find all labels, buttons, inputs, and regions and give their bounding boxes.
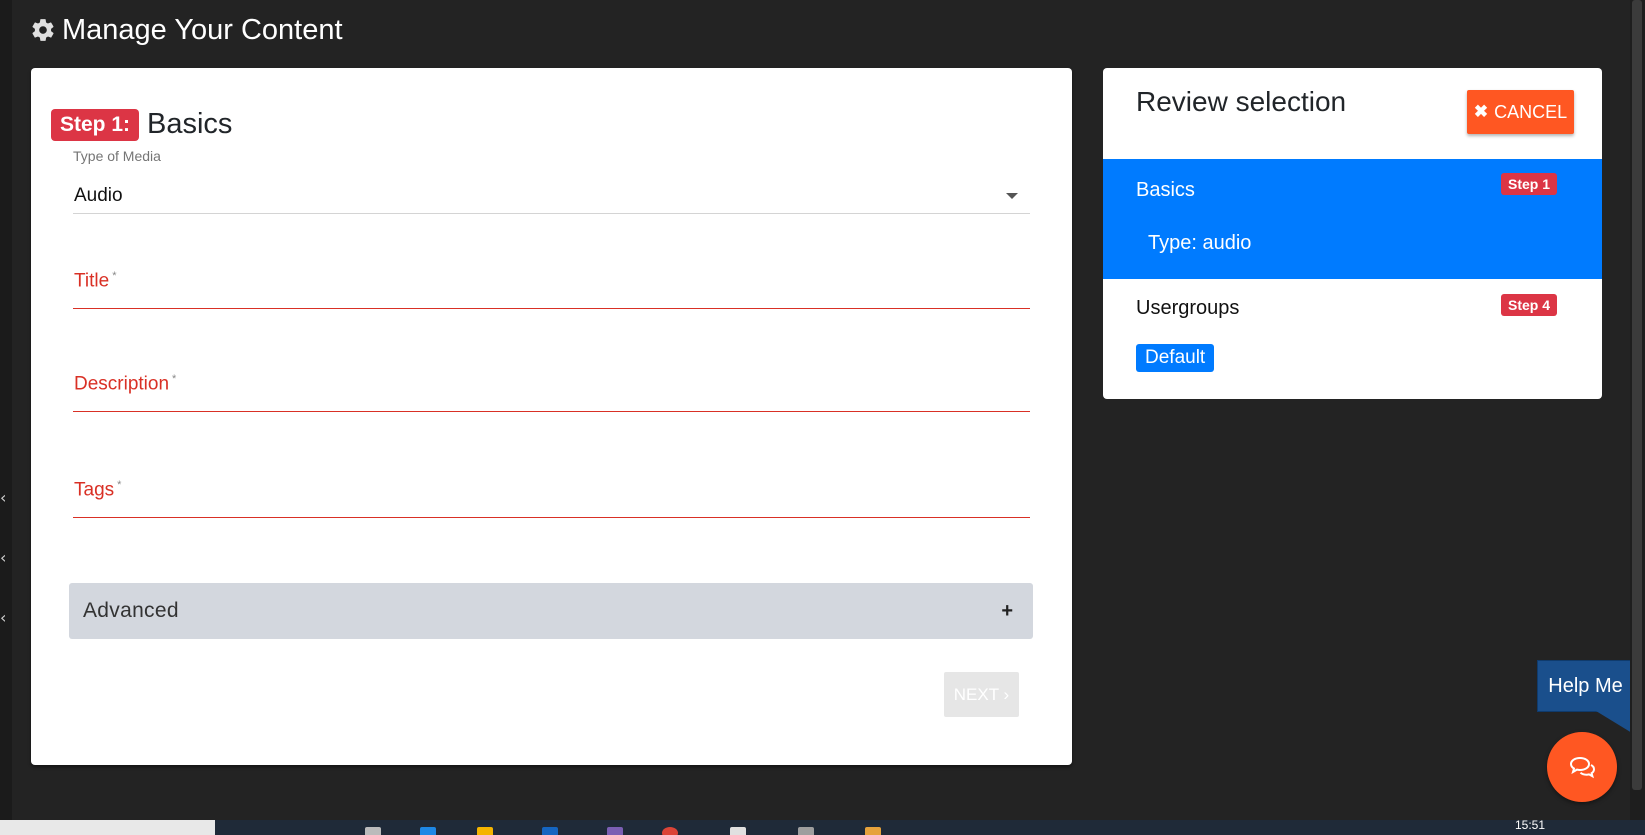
media-type-select[interactable]: Audio <box>73 178 1030 214</box>
step-1-badge: Step 1 <box>1501 173 1558 195</box>
taskbar-app-icon[interactable] <box>365 827 381 835</box>
taskbar-search[interactable] <box>0 820 215 835</box>
tags-field[interactable]: Tags * <box>73 457 1030 518</box>
close-icon: ✖ <box>1473 102 1489 121</box>
chevron-left-icon[interactable]: ‹ <box>0 608 6 627</box>
media-type-label: Type of Media <box>73 148 161 164</box>
step-name: Basics <box>147 108 233 140</box>
taskbar: 15:51 <box>0 820 1645 835</box>
title-field[interactable]: Title * <box>73 248 1030 309</box>
step-4-badge: Step 4 <box>1501 294 1558 316</box>
chat-icon <box>1569 756 1596 779</box>
basics-form-card: Step 1: Basics Type of Media Audio Title… <box>31 68 1072 765</box>
page-title: Manage Your Content <box>30 10 343 50</box>
tags-label: Tags * <box>74 478 122 500</box>
taskbar-app-icon[interactable] <box>730 827 746 835</box>
page-title-text: Manage Your Content <box>62 13 343 46</box>
gear-icon <box>32 19 54 41</box>
taskbar-app-icon[interactable] <box>542 827 558 835</box>
taskbar-app-icon[interactable] <box>420 827 436 835</box>
taskbar-app-icon[interactable] <box>477 827 493 835</box>
taskbar-app-icon[interactable] <box>865 827 881 835</box>
description-field[interactable]: Description * <box>73 351 1030 412</box>
taskbar-clock[interactable]: 15:51 <box>1515 820 1545 832</box>
basics-section-title: Basics <box>1136 179 1195 201</box>
plus-icon: + <box>1001 599 1013 622</box>
media-type-value: Audio <box>74 184 123 206</box>
taskbar-app-icon[interactable] <box>607 827 623 835</box>
description-label: Description * <box>74 372 177 394</box>
title-label: Title * <box>74 269 117 291</box>
taskbar-app-icon[interactable] <box>798 827 814 835</box>
chevron-left-icon[interactable]: ‹ <box>0 488 6 507</box>
step-badge: Step 1: <box>51 108 140 141</box>
usergroups-section-title: Usergroups <box>1136 297 1240 319</box>
advanced-label: Advanced <box>83 599 179 622</box>
caret-down-icon <box>1006 192 1018 199</box>
advanced-accordion[interactable]: Advanced + <box>69 583 1033 639</box>
review-selection-card: Review selection ✖ CANCEL Basics Step 1 … <box>1103 68 1602 399</box>
cancel-label: CANCEL <box>1494 101 1568 122</box>
step-heading: Step 1: Basics <box>51 108 232 141</box>
taskbar-app-icon[interactable] <box>662 827 678 835</box>
help-bubble-tail <box>1596 711 1632 733</box>
review-usergroups-section[interactable]: Usergroups Step 4 Default <box>1103 279 1602 399</box>
media-type-summary: Type: audio <box>1148 232 1252 254</box>
left-strip <box>0 0 12 820</box>
review-title: Review selection <box>1136 86 1347 117</box>
chevron-left-icon[interactable]: ‹ <box>0 548 6 567</box>
help-me-bubble[interactable]: Help Me <box>1537 660 1634 712</box>
chat-button[interactable] <box>1547 732 1617 802</box>
page-scrollbar[interactable] <box>1630 0 1645 820</box>
cancel-button[interactable]: ✖ CANCEL <box>1467 90 1574 134</box>
usergroup-badge: Default <box>1136 344 1215 372</box>
review-basics-section[interactable]: Basics Step 1 Type: audio <box>1103 159 1602 279</box>
scrollbar-thumb[interactable] <box>1632 0 1642 790</box>
next-button[interactable]: NEXT › <box>944 672 1019 717</box>
